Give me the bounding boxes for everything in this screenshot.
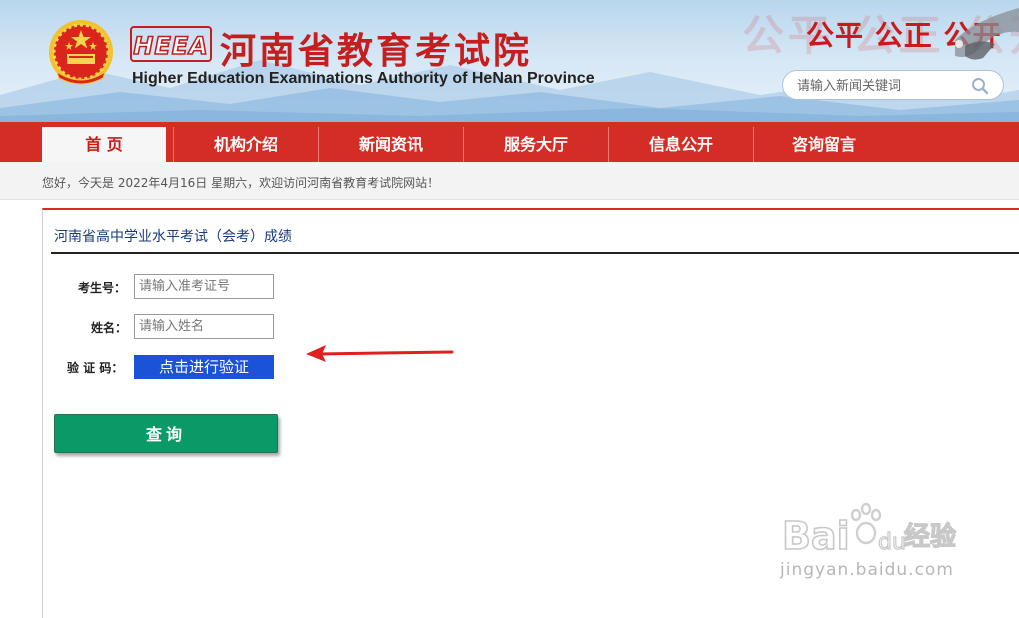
nav-item-about[interactable]: 机构介绍	[174, 127, 318, 162]
exam-number-input[interactable]	[134, 274, 274, 299]
welcome-bar: 您好，今天是 2022年4月16日 星期六，欢迎访问河南省教育考试院网站！	[0, 162, 1019, 200]
panel-divider	[51, 252, 1019, 254]
query-button[interactable]: 查询	[54, 414, 278, 453]
search-icon[interactable]	[971, 77, 989, 95]
nav-item-news[interactable]: 新闻资讯	[319, 127, 463, 162]
exam-number-label: 考生号：	[78, 281, 127, 295]
captcha-label: 验 证 码：	[67, 361, 124, 375]
site-title: 河南省教育考试院	[220, 30, 533, 72]
name-label: 姓名：	[91, 321, 128, 335]
svg-text:du: du	[878, 530, 906, 555]
svg-text:HEEA: HEEA	[133, 32, 208, 60]
nav-item-home[interactable]: 首 页	[42, 127, 166, 162]
annotation-arrow-icon	[306, 345, 454, 362]
heea-logo: HEEA	[130, 26, 212, 62]
site-header: HEEA 河南省教育考试院 Higher Education Examinati…	[0, 0, 1019, 122]
name-input[interactable]	[134, 314, 274, 339]
baidu-watermark-logo: Bai du 经验	[781, 502, 957, 559]
national-emblem-icon	[49, 20, 113, 85]
search-box	[782, 70, 1004, 100]
nav-item-consult[interactable]: 咨询留言	[754, 127, 894, 162]
site-subtitle: Higher Education Examinations Authority …	[132, 70, 595, 87]
nav-item-disclosure[interactable]: 信息公开	[609, 127, 753, 162]
nav-item-service[interactable]: 服务大厅	[464, 127, 608, 162]
svg-text:经验: 经验	[904, 521, 956, 552]
eagle-icon	[955, 8, 1019, 60]
main-nav: 首 页 机构介绍 新闻资讯 服务大厅 信息公开 咨询留言	[0, 122, 1019, 162]
captcha-verify-button[interactable]: 点击进行验证	[134, 355, 274, 379]
svg-text:Bai: Bai	[782, 514, 850, 558]
panel-title: 河南省高中学业水平考试（会考）成绩	[54, 229, 292, 245]
watermark-url: jingyan.baidu.com	[780, 560, 954, 580]
search-input[interactable]	[797, 76, 962, 96]
welcome-text: 您好，今天是 2022年4月16日 星期六，欢迎访问河南省教育考试院网站！	[42, 176, 440, 190]
